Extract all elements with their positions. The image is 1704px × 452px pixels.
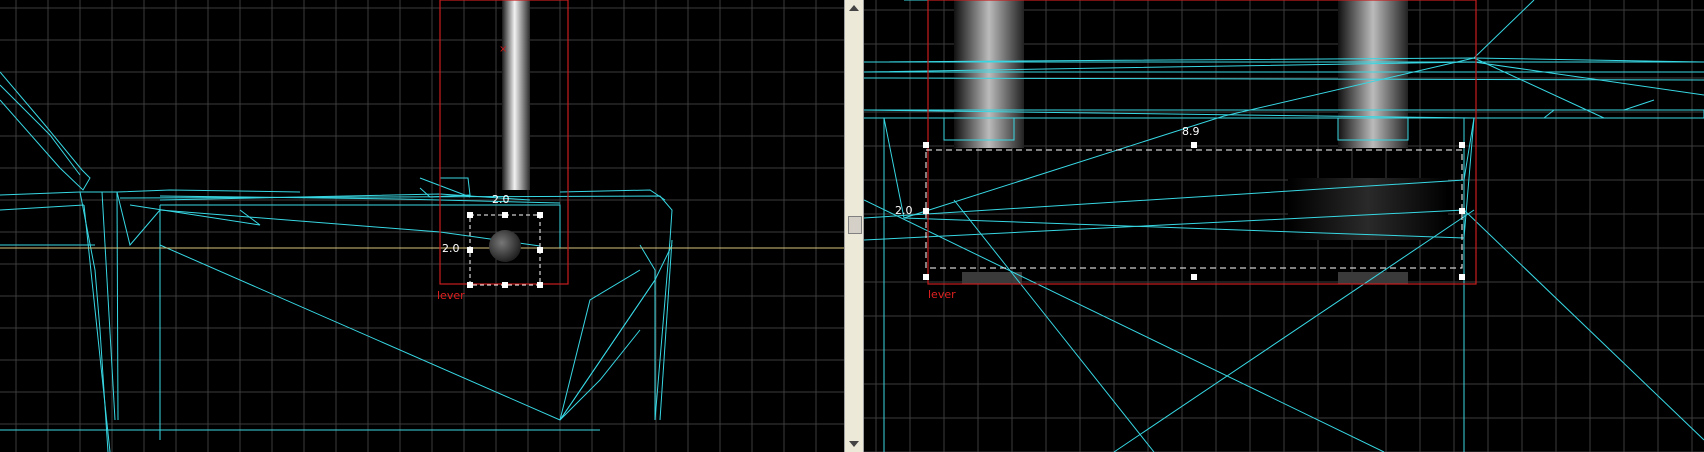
resize-handle-se-right[interactable] [1459, 274, 1465, 280]
width-dimension-label-right: 8.9 [1182, 125, 1200, 138]
pipe-right-2 [1338, 0, 1408, 148]
scroll-up-arrow-icon[interactable] [849, 5, 859, 11]
resize-handle-ne-right[interactable] [1459, 142, 1465, 148]
viewport-right[interactable]: 8.9 2.0 lever [864, 0, 1704, 452]
resize-handle-sw[interactable] [467, 282, 473, 288]
resize-handle-w[interactable] [467, 247, 473, 253]
grid-left [0, 0, 844, 452]
scroll-thumb[interactable] [848, 216, 862, 234]
resize-handle-n[interactable] [502, 212, 508, 218]
resize-handle-e-right[interactable] [1459, 208, 1465, 214]
resize-handle-n-right[interactable] [1191, 142, 1197, 148]
pipe-left [502, 0, 530, 190]
knob-left [489, 230, 521, 262]
viewport-left[interactable]: × 2.0 2.0 lever [0, 0, 844, 452]
viewport-splitter-scrollbar[interactable] [844, 0, 864, 452]
entity-name-label-right: lever [928, 288, 956, 301]
resize-handle-nw-right[interactable] [923, 142, 929, 148]
origin-marker-left: × [499, 44, 507, 55]
resize-handle-s-right[interactable] [1191, 274, 1197, 280]
resize-handle-ne[interactable] [537, 212, 543, 218]
resize-handle-sw-right[interactable] [923, 274, 929, 280]
width-dimension-label: 2.0 [492, 193, 510, 206]
height-dimension-label: 2.0 [442, 242, 460, 255]
scroll-down-arrow-icon[interactable] [849, 441, 859, 447]
viewport-left-canvas[interactable]: × [0, 0, 844, 452]
resize-handle-w-right[interactable] [923, 208, 929, 214]
resize-handle-s[interactable] [502, 282, 508, 288]
entity-name-label: lever [437, 289, 465, 302]
blurred-region [1288, 178, 1448, 240]
resize-handle-se[interactable] [537, 282, 543, 288]
resize-handle-e[interactable] [537, 247, 543, 253]
height-dimension-label-right: 2.0 [895, 204, 913, 217]
resize-handle-nw[interactable] [467, 212, 473, 218]
viewport-right-canvas[interactable] [864, 0, 1704, 452]
